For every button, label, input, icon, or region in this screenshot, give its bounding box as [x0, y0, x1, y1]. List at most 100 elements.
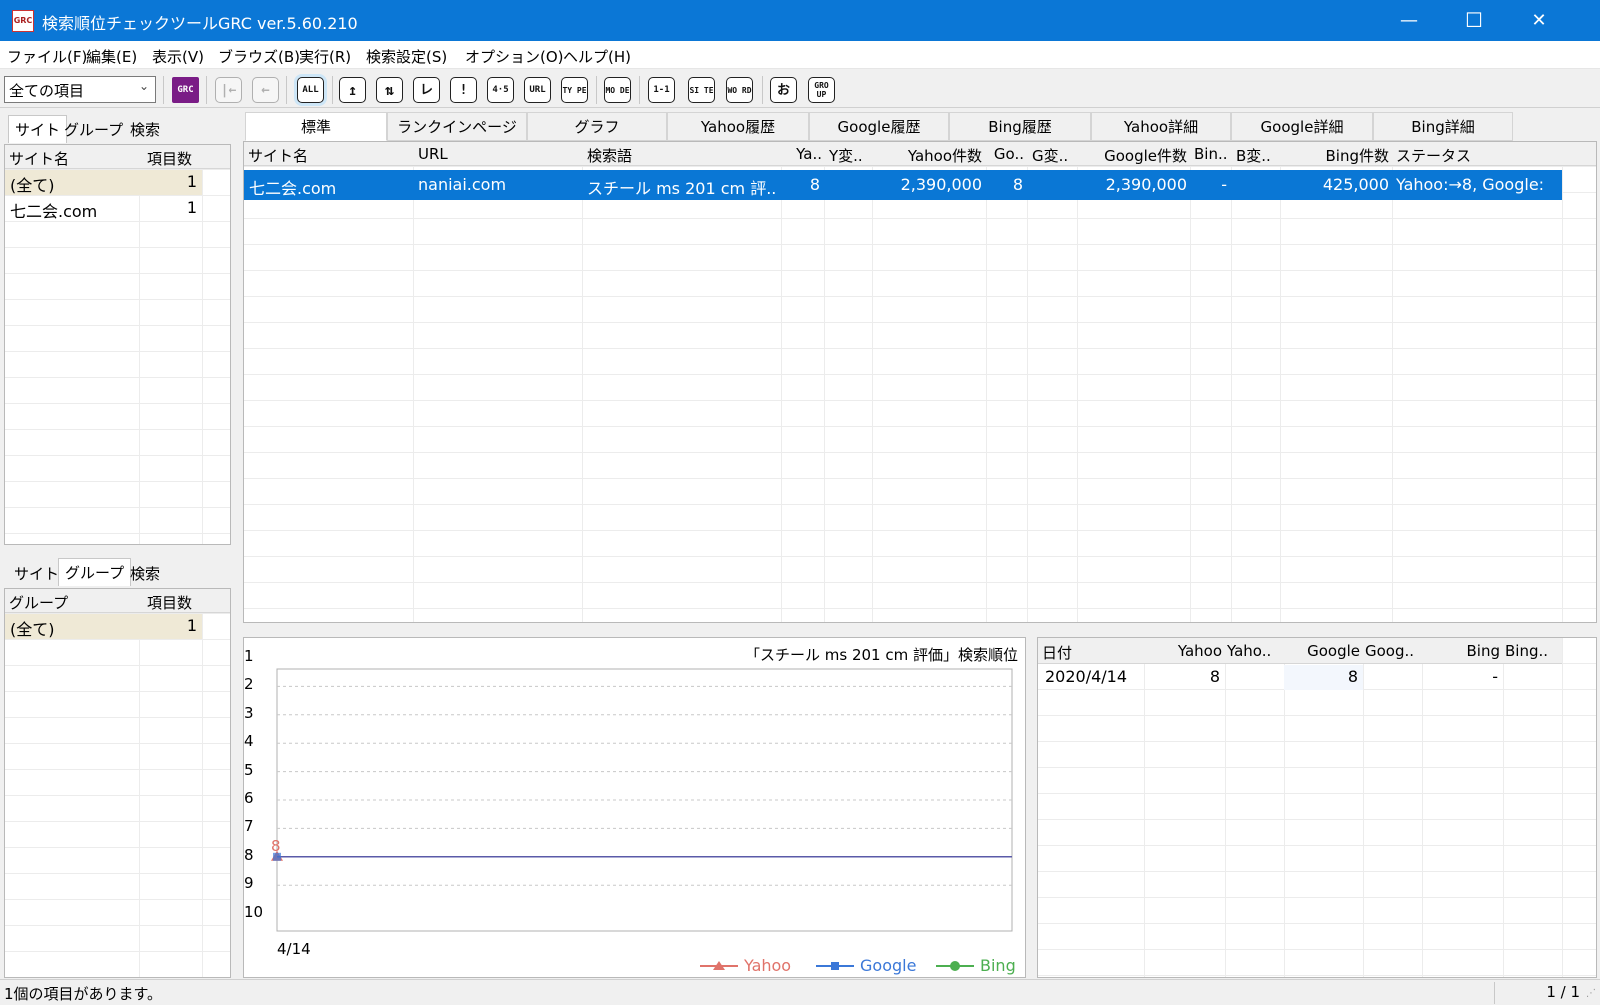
resize-grip-icon[interactable]: ⋰	[1586, 988, 1596, 999]
minimize-button[interactable]: —	[1376, 0, 1442, 41]
close-button[interactable]: ✕	[1506, 0, 1572, 41]
col-status[interactable]: ステータス	[1396, 145, 1471, 166]
cell-yahoo: 8	[1209, 667, 1220, 686]
menu-edit[interactable]: 編集(E)	[86, 46, 137, 67]
check-updown-button[interactable]: ⇅	[376, 77, 403, 103]
col-bing-count[interactable]: Bing件数	[1282, 145, 1390, 166]
app-window: GRC 検索順位チェックツールGRC ver.5.60.210 — ☐ ✕ ファ…	[0, 0, 1600, 1005]
column-divider	[1027, 142, 1028, 622]
menu-view[interactable]: 表示(V)	[152, 46, 204, 67]
table-row[interactable]: 七二会.com naniai.com スチール ms 201 cm 評.. 8 …	[244, 170, 1562, 200]
check-mark-button[interactable]: レ	[413, 77, 440, 103]
toolbar-separator	[596, 76, 597, 104]
col-url[interactable]: URL	[418, 145, 448, 163]
cell-google-count: 2,390,000	[1105, 175, 1187, 194]
menu-search-settings[interactable]: 検索設定(S)	[366, 46, 447, 67]
column-divider	[202, 589, 203, 977]
menu-help[interactable]: ヘルプ(H)	[563, 46, 631, 67]
col-google-change[interactable]: Goog..	[1365, 642, 1414, 660]
menu-options[interactable]: オプション(O)	[465, 46, 564, 67]
col-bing-change[interactable]: B変..	[1236, 145, 1271, 166]
col-count[interactable]: 項目数	[147, 148, 192, 169]
col-yahoo[interactable]: Yahoo	[1148, 642, 1222, 660]
grc-button[interactable]: GRC	[172, 77, 199, 103]
first-button[interactable]: |←	[215, 77, 242, 103]
col-yahoo-change[interactable]: Yaho..	[1227, 642, 1271, 660]
group-panel-tabs: サイト グループ 検索	[4, 557, 229, 589]
column-divider	[139, 589, 140, 977]
check-alert-button[interactable]: !	[450, 77, 477, 103]
check-all-button[interactable]: ALL	[297, 77, 324, 103]
tab-yahoo-history[interactable]: Yahoo履歴	[667, 112, 809, 141]
site-button[interactable]: SI TE	[688, 77, 715, 103]
tab-graph[interactable]: グラフ	[527, 112, 667, 141]
chart-legend: Yahoo Google Bing	[700, 956, 1020, 976]
one-to-one-button[interactable]: 1-1	[648, 77, 675, 103]
toolbar-separator	[206, 76, 207, 104]
grid-background	[1038, 663, 1596, 977]
tab-search[interactable]: 検索	[124, 116, 166, 143]
col-google-rank[interactable]: Go..	[988, 145, 1024, 163]
o-button[interactable]: お	[770, 77, 797, 103]
list-item[interactable]: 七二会.com 1	[5, 196, 202, 221]
col-yahoo-count[interactable]: Yahoo件数	[874, 145, 982, 166]
cell-google-rank: 8	[1012, 175, 1023, 194]
site-count: 1	[186, 172, 197, 191]
grid-background	[244, 166, 1596, 622]
maximize-button[interactable]: ☐	[1441, 0, 1507, 41]
tab-group[interactable]: グループ	[58, 116, 129, 143]
filter-dropdown[interactable]: 全ての項目 ⌄	[4, 76, 156, 103]
cell-status: Yahoo:→8, Google:	[1396, 175, 1545, 194]
column-divider	[781, 142, 782, 622]
back-button[interactable]: ←	[252, 77, 279, 103]
tab-google-history[interactable]: Google履歴	[809, 112, 949, 141]
check-type-button[interactable]: TY PE	[561, 77, 588, 103]
column-divider	[413, 142, 414, 622]
menu-browse[interactable]: ブラウズ(B)	[218, 46, 300, 67]
col-google-count[interactable]: Google件数	[1079, 145, 1187, 166]
col-google[interactable]: Google	[1286, 642, 1360, 660]
tab-google-detail[interactable]: Google詳細	[1231, 112, 1373, 141]
col-bing[interactable]: Bing	[1426, 642, 1501, 660]
mode-button[interactable]: MO DE	[604, 77, 631, 103]
column-divider	[1231, 142, 1232, 622]
check-rank-button[interactable]: 4·5	[487, 77, 514, 103]
tab-standard[interactable]: 標準	[245, 112, 387, 141]
group-list-header: グループ 項目数	[5, 589, 230, 613]
toolbar-separator	[163, 76, 164, 104]
tab-group[interactable]: グループ	[58, 558, 132, 586]
grid-background	[5, 169, 230, 544]
col-site-name[interactable]: サイト名	[9, 148, 69, 169]
tab-bing-history[interactable]: Bing履歴	[949, 112, 1091, 141]
check-up-button[interactable]: ↥	[339, 77, 366, 103]
tab-rankin-page[interactable]: ランクインページ	[387, 112, 527, 141]
col-count[interactable]: 項目数	[147, 592, 192, 613]
tab-site[interactable]: サイト	[8, 560, 65, 587]
tab-search[interactable]: 検索	[124, 560, 166, 587]
tab-bing-detail[interactable]: Bing詳細	[1373, 112, 1513, 141]
menu-run[interactable]: 実行(R)	[299, 46, 351, 67]
table-row[interactable]: 2020/4/14 8 8 -	[1038, 665, 1562, 690]
word-button[interactable]: WO RD	[726, 77, 753, 103]
list-item[interactable]: (全て) 1	[5, 614, 202, 639]
group-button[interactable]: GRO UP	[808, 77, 835, 103]
group-name: (全て)	[10, 620, 55, 639]
title-bar[interactable]: GRC 検索順位チェックツールGRC ver.5.60.210 — ☐ ✕	[0, 0, 1600, 41]
col-bing-rank[interactable]: Bin..	[1194, 145, 1228, 163]
col-google-change[interactable]: G変..	[1032, 145, 1068, 166]
cell-url: naniai.com	[418, 175, 507, 194]
tab-yahoo-detail[interactable]: Yahoo詳細	[1091, 112, 1231, 141]
list-item[interactable]: (全て) 1	[5, 170, 202, 195]
menu-file[interactable]: ファイル(F)	[7, 46, 87, 67]
legend-bing-marker	[936, 961, 974, 971]
col-bing-change[interactable]: Bing..	[1505, 642, 1548, 660]
chevron-down-icon: ⌄	[138, 79, 149, 93]
col-yahoo-change[interactable]: Y変..	[829, 145, 863, 166]
col-group[interactable]: グループ	[9, 592, 68, 613]
col-site-name[interactable]: サイト名	[248, 145, 308, 166]
check-url-button[interactable]: URL	[524, 77, 551, 103]
col-keyword[interactable]: 検索語	[587, 145, 632, 166]
col-date[interactable]: 日付	[1042, 642, 1072, 663]
col-yahoo-rank[interactable]: Ya..	[784, 145, 822, 163]
toolbar-separator	[639, 76, 640, 104]
